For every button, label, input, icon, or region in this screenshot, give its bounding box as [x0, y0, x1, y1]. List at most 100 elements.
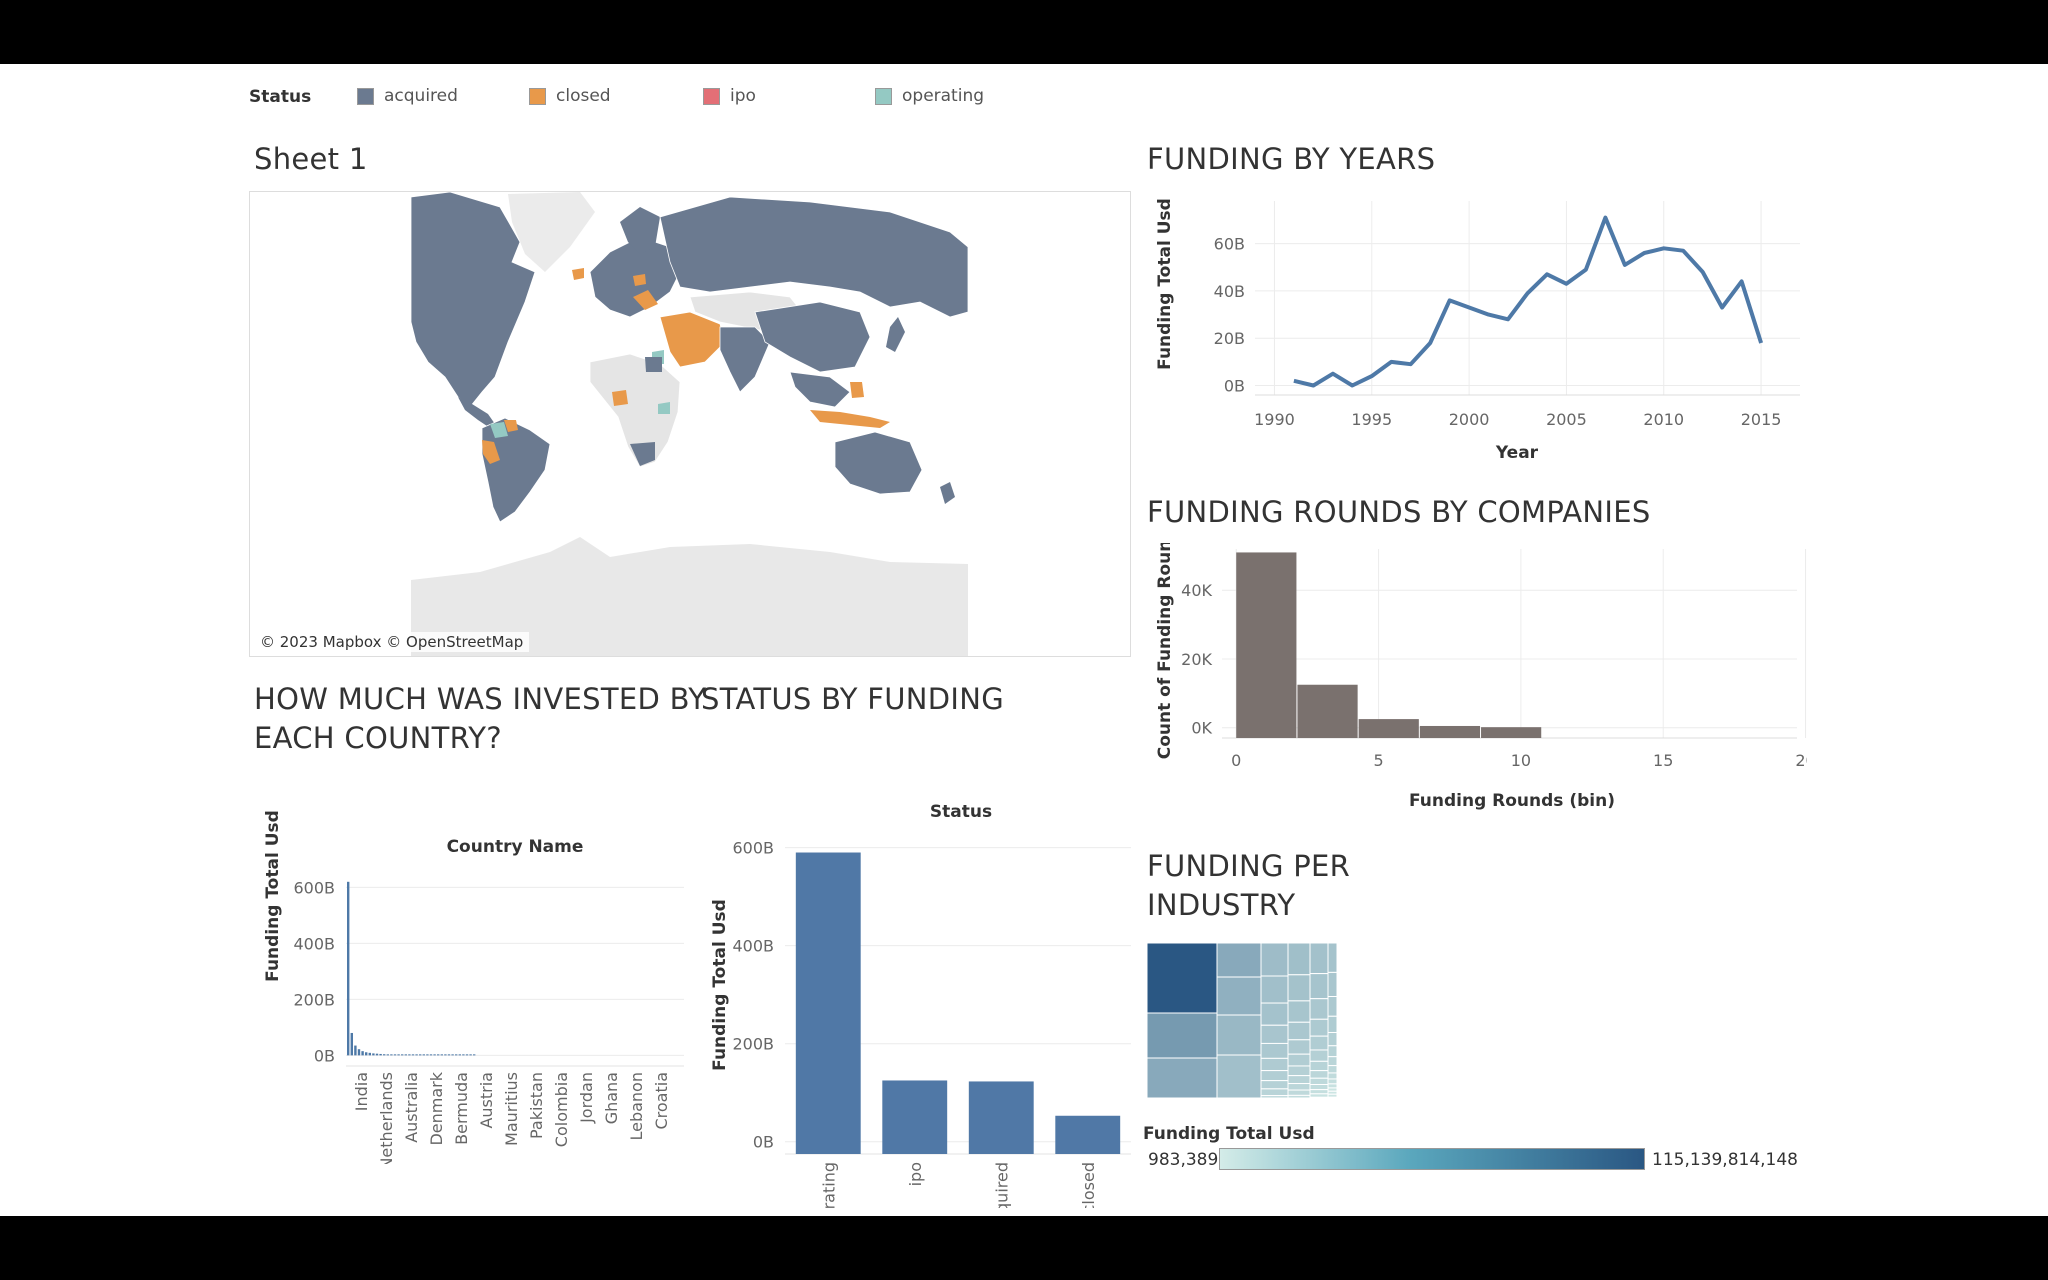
cc-x-tick-label: Austria: [477, 1072, 496, 1129]
treemap-cell: [1309, 1060, 1329, 1072]
fy-x-tick-label: 1990: [1254, 410, 1295, 429]
treemap-cell: [1309, 1035, 1329, 1051]
treemap-cell: [1287, 1039, 1311, 1055]
cc-bar: [469, 1054, 472, 1056]
cc-bar: [397, 1054, 400, 1056]
treemap-cell: [1327, 1072, 1337, 1080]
cc-bars: [347, 881, 476, 1056]
treemap-cells: [1147, 943, 1337, 1098]
fr-bar: [1297, 684, 1358, 738]
world-map[interactable]: © 2023 Mapbox © OpenStreetMap: [249, 191, 1131, 657]
cc-bar: [347, 881, 350, 1056]
balkans-closed-shape: [633, 274, 646, 286]
cc-x-tick-label: Lebanon: [627, 1072, 646, 1141]
treemap-cell: [1309, 1049, 1329, 1062]
treemap-cell: [1287, 1021, 1311, 1041]
treemap-cell: [1309, 973, 1329, 1000]
legend-item-operating[interactable]: operating: [875, 86, 984, 106]
legend-item-acquired[interactable]: acquired: [357, 86, 458, 106]
nigeria-closed-shape: [612, 390, 628, 406]
treemap-color-ramp: [1219, 1148, 1645, 1170]
treemap-cell: [1327, 1065, 1337, 1074]
cc-bar: [401, 1054, 404, 1056]
cc-x-tick-label: Mauritius: [502, 1072, 521, 1146]
cc-bar: [447, 1054, 451, 1056]
treemap-cell: [1309, 1084, 1329, 1091]
treemap-cell: [1309, 1093, 1329, 1098]
treemap-cell: [1287, 1053, 1311, 1067]
treemap-cell: [1327, 1078, 1337, 1085]
treemap-cell: [1147, 943, 1218, 1014]
cc-bar: [444, 1054, 447, 1056]
sf-bar: [1055, 1115, 1121, 1154]
fr-bar: [1481, 727, 1542, 738]
treemap-cell: [1309, 1096, 1329, 1098]
treemap-cell: [1216, 1054, 1262, 1098]
fy-x-tick-label: 2015: [1741, 410, 1782, 429]
legend-swatch-operating: [875, 87, 892, 105]
cc-x-tick-label: Bermuda: [452, 1072, 471, 1145]
cc-y-tick-label: 600B: [293, 878, 335, 897]
treemap-cell: [1216, 1014, 1262, 1056]
treemap-cell: [1287, 1000, 1311, 1023]
legend-item-ipo[interactable]: ipo: [703, 86, 756, 106]
map-attribution[interactable]: © 2023 Mapbox © OpenStreetMap: [254, 632, 530, 652]
treemap-cell: [1287, 1094, 1311, 1098]
cc-bar: [455, 1054, 458, 1056]
cc-y-tick-label: 400B: [293, 934, 335, 953]
treemap-cell: [1327, 1031, 1337, 1047]
treemap-cell: [1260, 1042, 1289, 1059]
legend-label: acquired: [384, 86, 458, 106]
sf-y-tick-label: 600B: [732, 839, 774, 858]
treemap-cell: [1287, 1065, 1311, 1077]
treemap-cell: [1327, 1045, 1337, 1058]
fy-y-tick-label: 20B: [1214, 329, 1245, 348]
fy-series-line: [1293, 215, 1764, 388]
fr-bar: [1358, 719, 1419, 738]
treemap-legend-min: 983,389: [1148, 1150, 1219, 1170]
funding-rounds-chart: 0K 20K 40K 0 5 10 15 20 Count of Funding Roun.…: [1155, 543, 1807, 811]
cc-y-tick-label: 0B: [314, 1046, 335, 1065]
cc-bar: [451, 1054, 454, 1056]
treemap-cell: [1287, 974, 1311, 1002]
fy-x-tick-label: 1995: [1351, 410, 1392, 429]
treemap-cell: [1309, 998, 1329, 1020]
cc-bar: [365, 1052, 368, 1056]
cc-x-ticks: India Netherlands Australia Denmark Bermuda A…: [352, 1071, 671, 1164]
fy-y-tick-label: 60B: [1214, 235, 1245, 254]
cc-bar: [386, 1054, 389, 1056]
fy-x-axis-title: Year: [1495, 443, 1539, 463]
treemap-cell: [1260, 1088, 1289, 1097]
treemap-cell: [1287, 1089, 1311, 1096]
treemap-cell: [1260, 1057, 1289, 1072]
cc-bar: [429, 1054, 433, 1056]
treemap-cell: [1260, 1002, 1289, 1026]
sf-x-tick-label: closed: [1079, 1162, 1098, 1208]
treemap-cell: [1327, 1083, 1337, 1089]
fr-y-tick-label: 40K: [1181, 581, 1212, 600]
cc-x-tick-label: Colombia: [552, 1072, 571, 1147]
cc-bar: [411, 1054, 415, 1056]
status-chart-title: Status: [930, 802, 992, 822]
country-title-line1: HOW MUCH WAS INVESTED BY: [254, 682, 707, 716]
fy-x-tick-label: 2005: [1546, 410, 1587, 429]
cc-bar: [458, 1054, 461, 1056]
treemap-cell: [1327, 1015, 1337, 1033]
funding-rounds-title: FUNDING ROUNDS BY COMPANIES: [1147, 495, 1651, 529]
cc-bar: [433, 1054, 436, 1056]
cc-bar: [379, 1053, 382, 1056]
sf-y-tick-label: 200B: [732, 1035, 774, 1054]
treemap-cell: [1260, 1070, 1289, 1082]
fy-y-tick-label: 0B: [1224, 377, 1245, 396]
cc-bar: [426, 1054, 429, 1056]
fr-x-ticks: 0 5 10 15 20: [1231, 751, 1807, 770]
sf-y-axis-title: Funding Total Usd: [710, 899, 730, 1071]
industry-treemap[interactable]: [1147, 943, 1337, 1098]
cc-y-tick-label: 200B: [293, 990, 335, 1009]
treemap-cell: [1309, 943, 1329, 975]
treemap-cell: [1147, 1012, 1218, 1059]
egypt-acquired-shape: [645, 357, 662, 372]
fr-y-tick-label: 0K: [1191, 719, 1212, 738]
legend-item-closed[interactable]: closed: [529, 86, 611, 106]
fr-y-tick-label: 20K: [1181, 650, 1212, 669]
